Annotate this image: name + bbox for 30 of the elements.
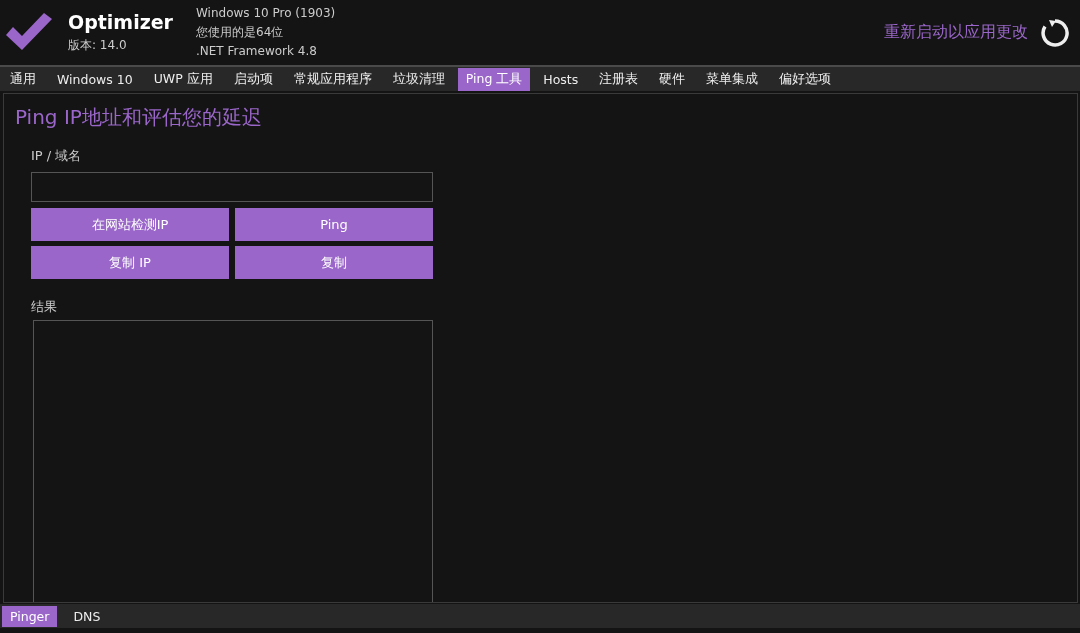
- tab[interactable]: Hosts: [535, 68, 587, 90]
- tab[interactable]: 垃圾清理: [384, 67, 453, 91]
- tab[interactable]: 偏好选项: [771, 67, 840, 91]
- tab[interactable]: 通用: [2, 67, 44, 91]
- tab[interactable]: 硬件: [651, 67, 694, 91]
- tab[interactable]: UWP 应用: [145, 67, 221, 91]
- field-label: IP / 域名: [31, 147, 83, 165]
- version-label: 版本: 14.0: [68, 37, 128, 54]
- app-name: Optimizer: [68, 11, 174, 33]
- action-button[interactable]: 复制: [235, 246, 433, 279]
- page-title: Ping IP地址和评估您的延迟: [15, 104, 263, 131]
- action-button[interactable]: 在网站检测IP: [31, 208, 229, 241]
- results-label: 结果: [31, 298, 58, 316]
- tab[interactable]: 注册表: [591, 67, 647, 91]
- system-info-text: Windows 10 Pro (1903): [196, 5, 336, 22]
- tab[interactable]: 启动项: [225, 67, 281, 91]
- system-info-text: .NET Framework 4.8: [196, 43, 318, 60]
- checkmark-logo-icon: [4, 12, 54, 53]
- sub-tab[interactable]: Pinger: [2, 605, 58, 627]
- tab[interactable]: Windows 10: [49, 68, 141, 90]
- tab[interactable]: Ping 工具: [457, 67, 531, 91]
- system-info-text: 您使用的是64位: [196, 24, 285, 41]
- restart-icon[interactable]: [1040, 17, 1070, 48]
- action-button[interactable]: Ping: [235, 208, 433, 241]
- tab[interactable]: 菜单集成: [698, 67, 767, 91]
- sub-tab[interactable]: DNS: [65, 605, 109, 627]
- ip-domain-input-field[interactable]: [31, 172, 433, 202]
- action-button[interactable]: 复制 IP: [31, 246, 229, 279]
- restart-label: 重新启动以应用更改: [884, 22, 1028, 43]
- tab[interactable]: 常规应用程序: [285, 67, 380, 91]
